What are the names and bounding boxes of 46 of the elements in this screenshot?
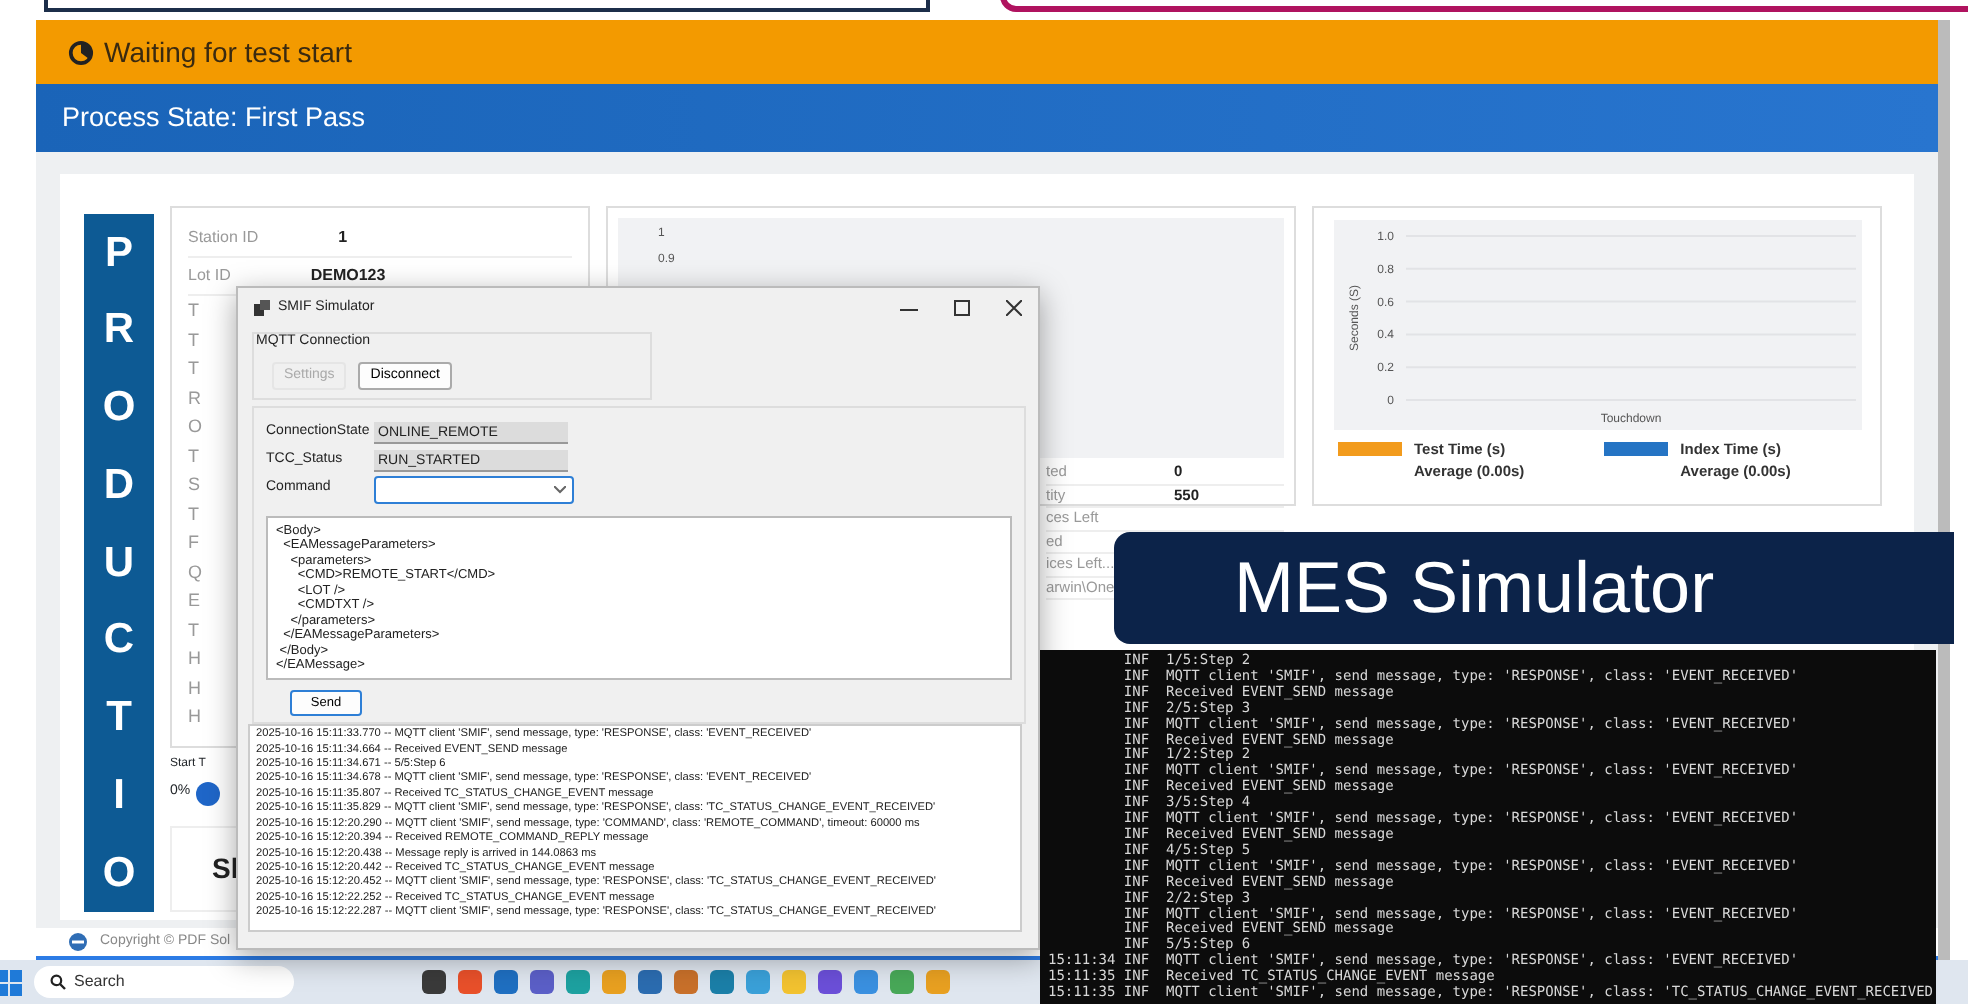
toggle-knob (196, 781, 221, 806)
banner-letter: U (103, 537, 135, 590)
app-icon[interactable] (422, 970, 446, 994)
caret-icon (554, 485, 566, 493)
banner-letter: O (102, 847, 136, 900)
field-label: H (188, 675, 201, 701)
banner-letter: D (103, 459, 135, 512)
field-label: S (188, 472, 201, 498)
field-value: 1 (338, 226, 348, 250)
field-label: T (188, 617, 199, 643)
banner-letter: P (104, 227, 133, 280)
field-label: F (188, 530, 199, 556)
banner-letter: R (103, 304, 135, 357)
field-label: T (188, 298, 199, 324)
field-label: T (188, 356, 199, 382)
field-value: DEMO123 (310, 264, 386, 288)
maximize-icon[interactable] (954, 300, 970, 316)
field-label: Q (188, 559, 203, 586)
field-label: H (188, 646, 201, 672)
windows-icon[interactable] (0, 969, 22, 995)
app-icon[interactable] (638, 970, 662, 994)
app-icon (254, 300, 270, 316)
field-label: T (188, 443, 199, 469)
process-state-text: Process State: First Pass (62, 99, 366, 136)
search-field[interactable]: Search (34, 966, 294, 998)
field-label: H (188, 704, 201, 730)
banner-letter: I (113, 769, 125, 822)
caption-banner: MES Simulator (1114, 532, 1954, 644)
banner-letter: C (103, 614, 135, 667)
command-dropdown[interactable] (374, 475, 574, 503)
banner-letter: O (102, 382, 136, 435)
status-text: Waiting for test start (104, 33, 352, 72)
field-label: Lot ID (188, 264, 231, 288)
field-label: Station ID (188, 226, 259, 250)
app-icon[interactable] (530, 970, 554, 994)
field-label: E (188, 588, 201, 614)
field-label: T (188, 501, 199, 527)
app-icon[interactable] (494, 970, 518, 994)
search-icon (50, 974, 66, 990)
field-label: R (188, 385, 201, 411)
field-label: O (188, 414, 203, 440)
clock-icon (68, 39, 94, 65)
close-icon[interactable] (1006, 300, 1022, 316)
banner-letter: T (106, 692, 132, 745)
field-label: T (188, 327, 199, 353)
app-icon[interactable] (818, 970, 842, 994)
